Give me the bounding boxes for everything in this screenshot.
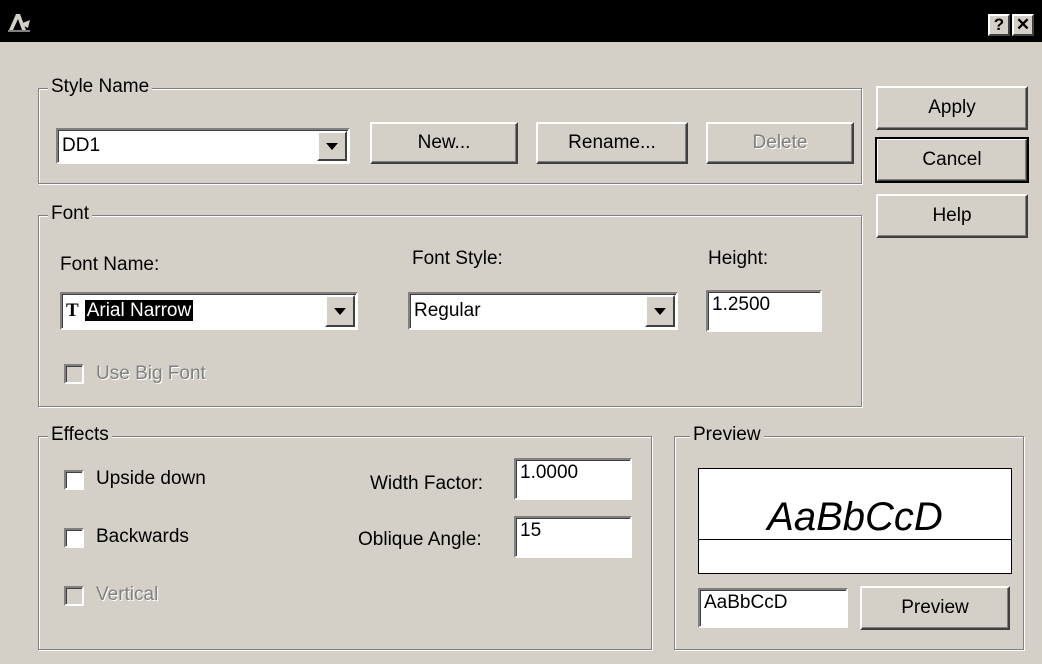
style-name-value: DD1 [62,135,101,156]
vertical-label: Vertical [96,584,159,605]
width-factor-label: Width Factor: [370,473,483,494]
chevron-down-icon[interactable] [645,295,675,327]
height-label: Height: [708,248,769,269]
oblique-angle-label: Oblique Angle: [358,529,482,550]
oblique-angle-input[interactable]: 15 [514,516,632,558]
title-bar: ? ✕ [0,0,1042,42]
font-style-label: Font Style: [412,248,503,269]
preview-sample-text: AaBbCcD [767,495,943,539]
preview-text-value: AaBbCcD [704,592,788,613]
rename-style-button[interactable]: Rename... [536,122,688,164]
font-legend: Font [48,203,93,225]
help-button[interactable]: Help [876,194,1028,238]
width-factor-input[interactable]: 1.0000 [514,458,632,500]
backwards-checkbox[interactable] [64,528,84,548]
close-title-button[interactable]: ✕ [1012,14,1034,36]
font-style-value: Regular [414,300,481,321]
oblique-angle-value: 15 [520,520,542,541]
style-name-dropdown[interactable]: DD1 [56,128,350,164]
font-style-dropdown[interactable]: Regular [408,292,678,330]
use-big-font-label: Use Big Font [96,363,206,384]
backwards-label: Backwards [96,526,189,547]
preview-legend: Preview [690,424,764,446]
cancel-button[interactable]: Cancel [875,137,1029,183]
height-value: 1.2500 [712,294,771,315]
preview-text-input[interactable]: AaBbCcD [698,588,848,628]
font-name-dropdown[interactable]: T Arial Narrow [60,292,358,330]
preview-canvas: AaBbCcD [698,468,1012,574]
apply-button[interactable]: Apply [876,86,1028,130]
font-name-label: Font Name: [60,254,160,275]
autocad-app-icon [8,14,30,32]
new-style-button[interactable]: New... [370,122,518,164]
effects-legend: Effects [48,424,112,446]
style-name-legend: Style Name [48,76,153,98]
upside-down-label: Upside down [96,468,206,489]
help-title-button[interactable]: ? [988,14,1010,36]
upside-down-checkbox[interactable] [64,470,84,490]
width-factor-value: 1.0000 [520,462,579,483]
height-input[interactable]: 1.2500 [706,290,822,332]
vertical-checkbox[interactable] [64,586,84,606]
delete-style-button[interactable]: Delete [706,122,854,164]
use-big-font-checkbox[interactable] [64,364,84,384]
chevron-down-icon[interactable] [317,131,347,161]
chevron-down-icon[interactable] [325,295,355,327]
preview-button[interactable]: Preview [860,586,1010,630]
font-name-value: Arial Narrow [83,299,195,322]
truetype-font-icon: T [66,300,79,321]
